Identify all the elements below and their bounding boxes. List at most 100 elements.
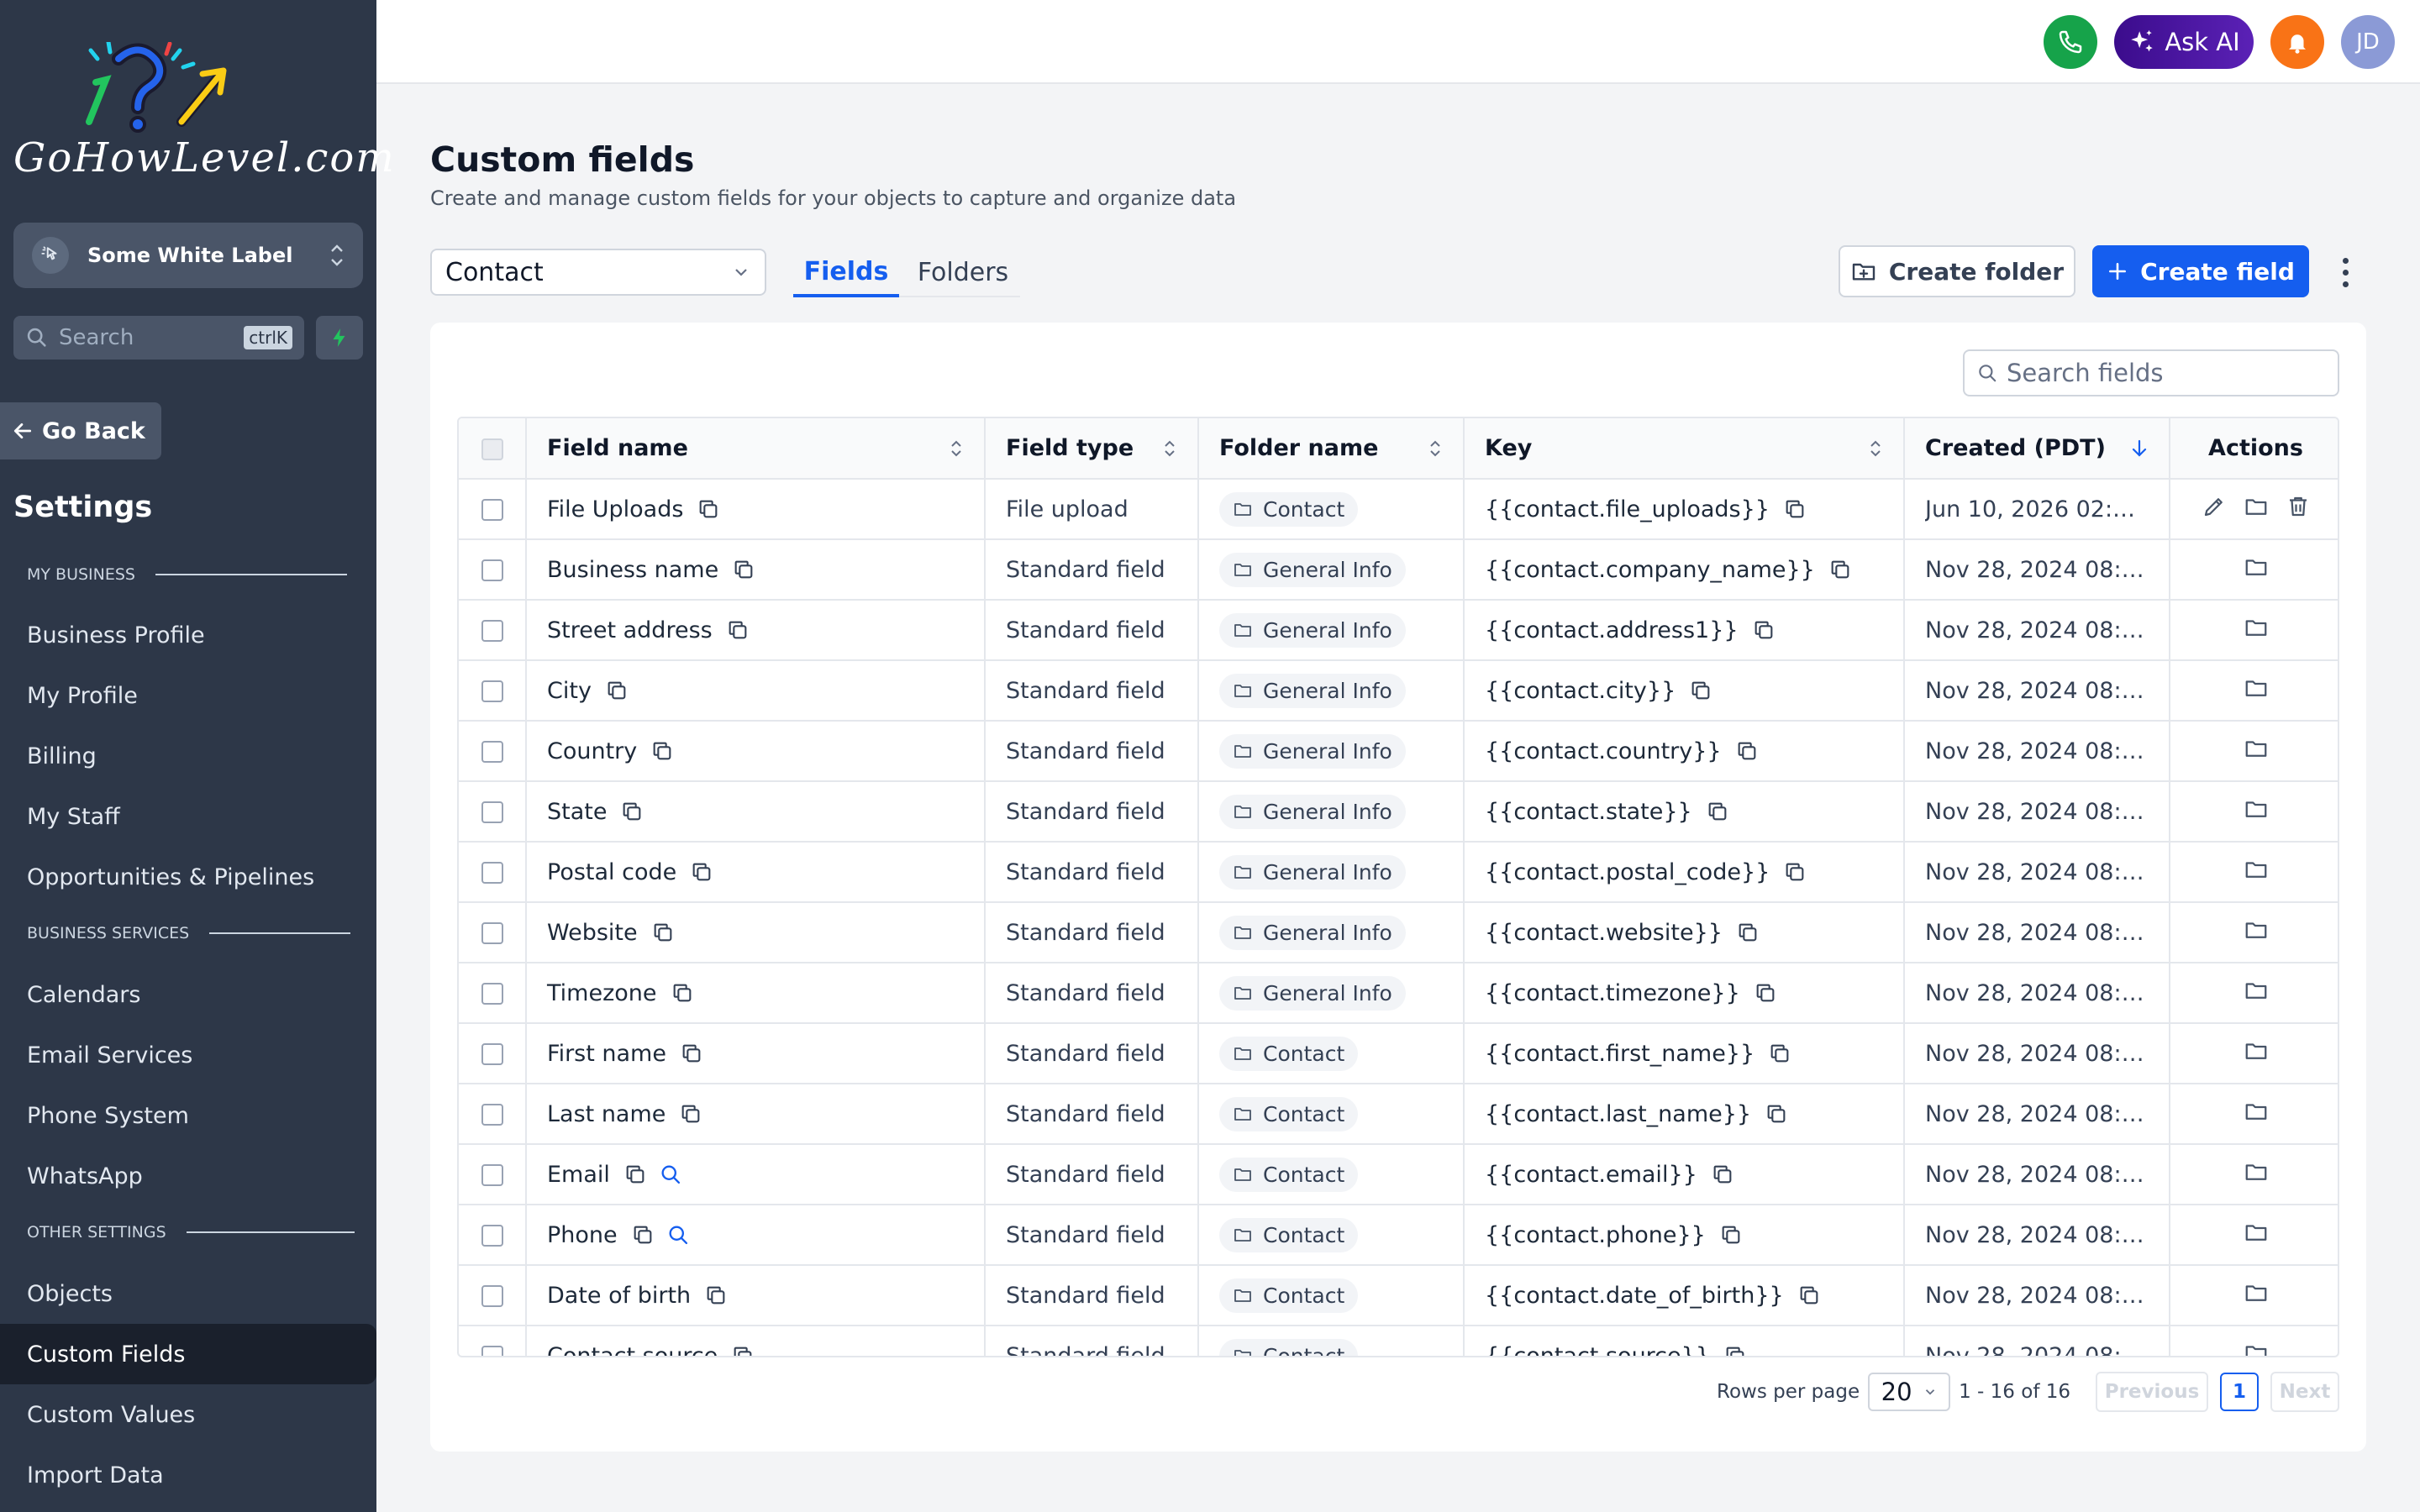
brand-logo[interactable]: GoHowLevel.com (13, 42, 394, 185)
row-checkbox[interactable] (481, 1164, 503, 1186)
account-switcher[interactable]: Some White Label (13, 223, 363, 288)
sidebar-item-opportunities-pipelines[interactable]: Opportunities & Pipelines (0, 847, 376, 907)
move-to-folder-icon[interactable] (2244, 1038, 2269, 1069)
row-checkbox[interactable] (481, 499, 503, 521)
row-checkbox[interactable] (481, 741, 503, 763)
create-field-button[interactable]: Create field (2092, 245, 2309, 297)
user-avatar[interactable]: JD (2341, 15, 2395, 69)
table-row[interactable]: Business name Standard field General Info {… (459, 539, 2338, 601)
page-number-button[interactable]: 1 (2220, 1373, 2259, 1411)
sidebar-item-objects[interactable]: Objects (0, 1263, 376, 1324)
copy-key-icon[interactable] (1711, 1163, 1734, 1186)
copy-key-icon[interactable] (1765, 1102, 1788, 1126)
sidebar-item-billing[interactable]: Billing (0, 726, 376, 786)
copy-key-icon[interactable] (1723, 1344, 1747, 1356)
table-row[interactable]: File Uploads File upload Contact {{contact.… (459, 479, 2338, 540)
sidebar-item-custom-fields[interactable]: Custom Fields (0, 1324, 376, 1384)
column-header-key[interactable]: Key (1464, 418, 1905, 480)
copy-icon[interactable] (650, 739, 674, 763)
move-to-folder-icon[interactable] (2244, 1280, 2269, 1311)
sidebar-item-whatsapp[interactable]: WhatsApp (0, 1146, 376, 1206)
copy-key-icon[interactable] (1828, 558, 1852, 581)
search-icon[interactable] (666, 1223, 690, 1247)
copy-icon[interactable] (690, 860, 713, 884)
table-row[interactable]: Street address Standard field General Info… (459, 600, 2338, 661)
move-to-folder-icon[interactable] (2244, 1220, 2269, 1251)
next-page-button[interactable]: Next (2270, 1372, 2339, 1412)
copy-icon[interactable] (732, 558, 755, 581)
search-icon[interactable] (659, 1163, 682, 1186)
tab-folders[interactable]: Folders (904, 249, 1022, 296)
tab-fields[interactable]: Fields (793, 249, 899, 297)
copy-key-icon[interactable] (1783, 497, 1807, 521)
move-to-folder-icon[interactable] (2244, 917, 2269, 948)
copy-key-icon[interactable] (1797, 1284, 1821, 1307)
table-row[interactable]: Country Standard field General Info {{conta… (459, 721, 2338, 782)
select-all-checkbox[interactable] (481, 438, 503, 460)
edit-icon[interactable] (2202, 494, 2227, 525)
copy-icon[interactable] (704, 1284, 728, 1307)
column-header-field-name[interactable]: Field name (526, 418, 986, 480)
copy-icon[interactable] (679, 1102, 702, 1126)
sidebar-item-my-profile[interactable]: My Profile (0, 665, 376, 726)
row-checkbox[interactable] (481, 1104, 503, 1126)
sidebar-item-import-data[interactable]: Import Data (0, 1445, 376, 1505)
table-row[interactable]: State Standard field General Info {{contact… (459, 781, 2338, 843)
sidebar-item-calendars[interactable]: Calendars (0, 964, 376, 1025)
row-checkbox[interactable] (481, 559, 503, 581)
move-to-folder-icon[interactable] (2244, 857, 2269, 888)
row-checkbox[interactable] (481, 922, 503, 944)
copy-key-icon[interactable] (1768, 1042, 1791, 1065)
move-to-folder-icon[interactable] (2244, 554, 2269, 585)
row-checkbox[interactable] (481, 983, 503, 1005)
create-folder-button[interactable]: Create folder (1839, 245, 2075, 297)
phone-button[interactable] (2044, 15, 2097, 69)
ask-ai-button[interactable]: Ask AI (2114, 15, 2254, 69)
previous-page-button[interactable]: Previous (2096, 1372, 2208, 1412)
table-row[interactable]: Postal code Standard field General Info {{c… (459, 842, 2338, 903)
move-to-folder-icon[interactable] (2244, 1341, 2269, 1356)
trash-icon[interactable] (2286, 494, 2311, 525)
move-to-folder-icon[interactable] (2244, 796, 2269, 827)
copy-key-icon[interactable] (1706, 800, 1729, 823)
sidebar-item-phone-system[interactable]: Phone System (0, 1085, 376, 1146)
copy-icon[interactable] (697, 497, 720, 521)
copy-key-icon[interactable] (1719, 1223, 1743, 1247)
row-checkbox[interactable] (481, 862, 503, 884)
row-checkbox[interactable] (481, 1285, 503, 1307)
move-to-folder-icon[interactable] (2244, 615, 2269, 646)
row-checkbox[interactable] (481, 801, 503, 823)
copy-key-icon[interactable] (1735, 739, 1759, 763)
table-row[interactable]: Date of birth Standard field Contact {{cont… (459, 1265, 2338, 1326)
copy-icon[interactable] (623, 1163, 647, 1186)
table-row[interactable]: Website Standard field General Info {{conta… (459, 902, 2338, 963)
copy-icon[interactable] (651, 921, 675, 944)
copy-icon[interactable] (605, 679, 629, 702)
move-to-folder-icon[interactable] (2244, 675, 2269, 706)
row-checkbox[interactable] (481, 1346, 503, 1356)
copy-icon[interactable] (620, 800, 644, 823)
copy-icon[interactable] (631, 1223, 655, 1247)
move-to-folder-icon[interactable] (2244, 978, 2269, 1009)
table-row[interactable]: First name Standard field Contact {{contact… (459, 1023, 2338, 1084)
sidebar-item-custom-values[interactable]: Custom Values (0, 1384, 376, 1445)
row-checkbox[interactable] (481, 1225, 503, 1247)
copy-key-icon[interactable] (1754, 981, 1777, 1005)
search-fields-input[interactable]: Search fields (1963, 349, 2339, 396)
move-to-folder-icon[interactable] (2244, 494, 2269, 525)
row-checkbox[interactable] (481, 680, 503, 702)
table-row[interactable]: Email Standard field Contact {{contact.emai… (459, 1144, 2338, 1205)
sidebar-item-business-profile[interactable]: Business Profile (0, 605, 376, 665)
copy-key-icon[interactable] (1689, 679, 1712, 702)
more-options-button[interactable] (2333, 249, 2358, 296)
copy-key-icon[interactable] (1736, 921, 1760, 944)
notifications-button[interactable] (2270, 15, 2324, 69)
rows-per-page-select[interactable]: 20 (1868, 1373, 1951, 1411)
table-row[interactable]: City Standard field General Info {{contact.… (459, 660, 2338, 722)
copy-key-icon[interactable] (1752, 618, 1776, 642)
column-header-created[interactable]: Created (PDT) (1904, 418, 2170, 480)
copy-icon[interactable] (680, 1042, 703, 1065)
table-row[interactable]: Contact source Standard field Contact {{con… (459, 1326, 2338, 1356)
sidebar-item-my-staff[interactable]: My Staff (0, 786, 376, 847)
sidebar-item-email-services[interactable]: Email Services (0, 1025, 376, 1085)
